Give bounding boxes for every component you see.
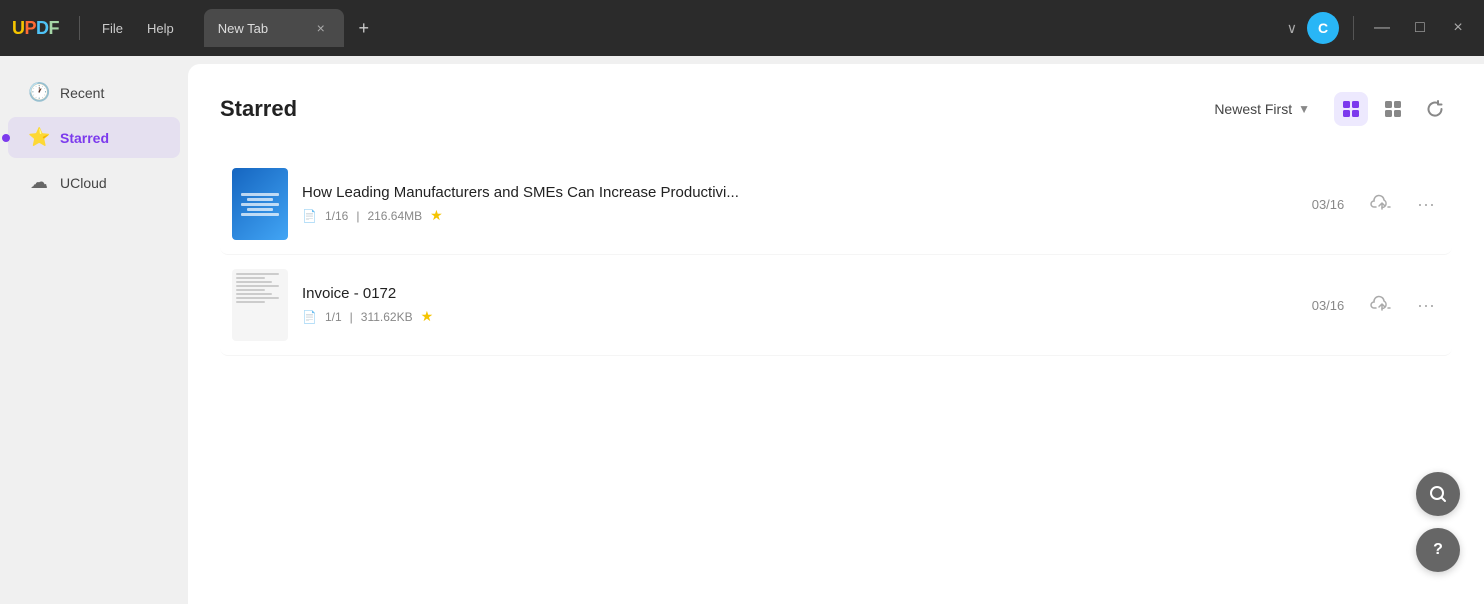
tab-label: New Tab: [218, 21, 268, 36]
view-controls: [1334, 92, 1452, 126]
file-thumbnail: [232, 269, 288, 341]
close-button[interactable]: ×: [1444, 14, 1472, 42]
star-icon: ⭐: [28, 127, 50, 148]
fab-area: ?: [1416, 472, 1460, 572]
sort-label: Newest First: [1214, 101, 1292, 117]
user-avatar[interactable]: C: [1307, 12, 1339, 44]
star-badge[interactable]: ★: [421, 308, 434, 325]
sidebar-label-recent: Recent: [60, 85, 104, 101]
menu-bar: File Help: [92, 17, 184, 40]
app-logo: UPDF: [12, 18, 59, 39]
table-row[interactable]: How Leading Manufacturers and SMEs Can I…: [220, 154, 1452, 255]
sort-arrow-icon: ▼: [1298, 102, 1310, 116]
file-info: How Leading Manufacturers and SMEs Can I…: [302, 184, 1290, 224]
menu-file[interactable]: File: [92, 17, 133, 40]
file-meta: 📄 1/16 | 216.64MB ★: [302, 207, 1290, 224]
cloud-upload-icon[interactable]: [1366, 292, 1398, 318]
file-info: Invoice - 0172 📄 1/1 | 311.62KB ★: [302, 285, 1290, 325]
tabs-chevron-icon[interactable]: ∨: [1287, 20, 1297, 37]
star-badge[interactable]: ★: [430, 207, 443, 224]
file-size: 216.64MB: [367, 209, 422, 223]
file-meta: 📄 1/1 | 311.62KB ★: [302, 308, 1290, 325]
sidebar: 🕐 Recent ⭐ Starred ☁ UCloud: [0, 56, 188, 604]
page-title: Starred: [220, 96, 297, 122]
active-tab[interactable]: New Tab ×: [204, 9, 344, 47]
cloud-icon: ☁: [28, 172, 50, 193]
content-area: Starred Newest First ▼: [188, 64, 1484, 604]
page-icon: 📄: [302, 310, 317, 324]
titlebar-divider: [79, 16, 80, 40]
file-date: 03/16: [1304, 197, 1352, 212]
help-icon: ?: [1433, 541, 1443, 559]
tab-close-button[interactable]: ×: [312, 19, 330, 37]
file-thumbnail: [232, 168, 288, 240]
refresh-button[interactable]: [1418, 92, 1452, 126]
page-icon: 📄: [302, 209, 317, 223]
file-size: 311.62KB: [361, 310, 413, 324]
file-more-button[interactable]: ···: [1412, 295, 1440, 316]
help-fab-button[interactable]: ?: [1416, 528, 1460, 572]
clock-icon: 🕐: [28, 82, 50, 103]
table-row[interactable]: Invoice - 0172 📄 1/1 | 311.62KB ★ 03/16: [220, 255, 1452, 356]
file-list: How Leading Manufacturers and SMEs Can I…: [220, 154, 1452, 356]
header-controls: Newest First ▼: [1206, 92, 1452, 126]
file-name: How Leading Manufacturers and SMEs Can I…: [302, 184, 1290, 201]
sidebar-item-ucloud[interactable]: ☁ UCloud: [8, 162, 180, 203]
view-grid-button[interactable]: [1376, 92, 1410, 126]
new-tab-button[interactable]: +: [350, 14, 378, 42]
search-fab-button[interactable]: [1416, 472, 1460, 516]
file-name: Invoice - 0172: [302, 285, 1290, 302]
menu-help[interactable]: Help: [137, 17, 184, 40]
sort-dropdown[interactable]: Newest First ▼: [1206, 97, 1318, 121]
meta-separator: |: [356, 209, 359, 223]
titlebar-right-controls: ∨ C — □ ×: [1287, 12, 1472, 44]
cloud-upload-icon[interactable]: [1366, 191, 1398, 217]
sidebar-label-ucloud: UCloud: [60, 175, 107, 191]
active-indicator: [2, 134, 10, 142]
meta-separator: |: [350, 310, 353, 324]
file-pages: 1/1: [325, 310, 342, 324]
tabs-area: New Tab × +: [204, 0, 1279, 56]
main-layout: 🕐 Recent ⭐ Starred ☁ UCloud Starred Newe…: [0, 56, 1484, 604]
file-date: 03/16: [1304, 298, 1352, 313]
minimize-button[interactable]: —: [1368, 14, 1396, 42]
win-divider: [1353, 16, 1354, 40]
file-pages: 1/16: [325, 209, 348, 223]
maximize-button[interactable]: □: [1406, 14, 1434, 42]
view-grid-compact-button[interactable]: [1334, 92, 1368, 126]
content-header: Starred Newest First ▼: [220, 92, 1452, 126]
file-more-button[interactable]: ···: [1412, 194, 1440, 215]
sidebar-label-starred: Starred: [60, 130, 109, 146]
sidebar-item-starred[interactable]: ⭐ Starred: [8, 117, 180, 158]
titlebar: UPDF File Help New Tab × + ∨ C — □ ×: [0, 0, 1484, 56]
sidebar-item-recent[interactable]: 🕐 Recent: [8, 72, 180, 113]
